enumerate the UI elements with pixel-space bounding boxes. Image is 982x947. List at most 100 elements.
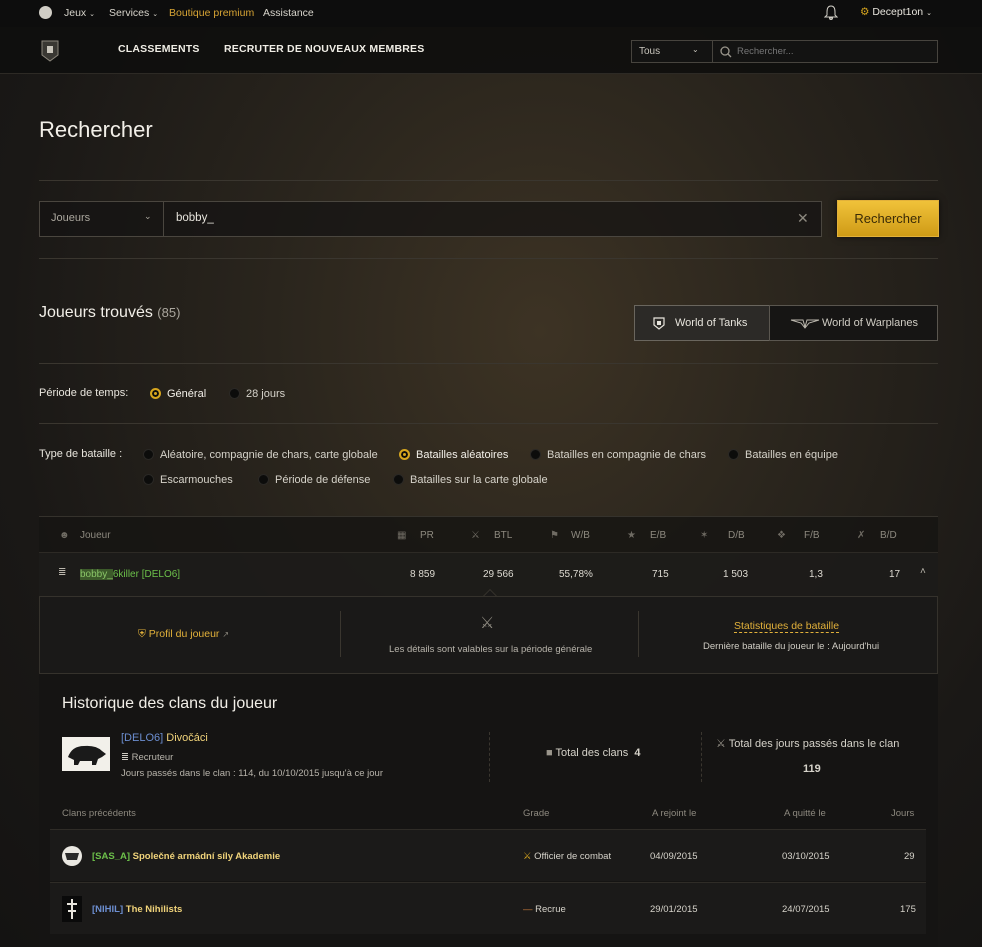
bell-icon[interactable] (824, 5, 838, 21)
cell-wb: 55,78% (559, 569, 593, 580)
radio-dot (143, 474, 154, 485)
clan-name[interactable]: [NIHIL] The Nihilists (92, 904, 182, 915)
divider (39, 258, 938, 259)
col-days[interactable]: Jours (891, 808, 914, 819)
col-pr[interactable]: PR (420, 530, 434, 541)
recruit-link[interactable]: RECRUTER DE NOUVEAUX MEMBRES (224, 43, 424, 55)
radio-battle-skirmish[interactable]: Escarmouches (143, 474, 233, 486)
chevron-down-icon: ⌄ (152, 11, 159, 18)
col-btl[interactable]: BTL (494, 530, 512, 541)
clan-name[interactable]: [SAS_A] Společné armádní síly Akademie (92, 851, 280, 862)
radio-period-general[interactable]: Général (150, 388, 206, 400)
radio-battle-globalmap[interactable]: Batailles sur la carte globale (393, 474, 548, 486)
player-icon: ☻ (59, 530, 70, 541)
radio-battle-team[interactable]: Batailles en équipe (728, 449, 838, 461)
col-fb[interactable]: F/B (804, 530, 820, 541)
divider (701, 732, 702, 782)
search-type-select[interactable]: Joueurs ⌄ (39, 201, 164, 237)
battle-type-label: Type de bataille : (39, 448, 123, 460)
joined-date: 29/01/2015 (650, 904, 698, 915)
divider (39, 363, 938, 364)
divider (340, 611, 341, 657)
crossed-swords-icon: ⚔ (471, 530, 480, 541)
total-days-value: 119 (803, 763, 821, 775)
divider (39, 180, 938, 181)
radio-battle-defense[interactable]: Période de défense (258, 474, 370, 486)
days-count: 29 (904, 851, 915, 862)
chevron-down-icon: ⌄ (144, 211, 152, 221)
clear-icon[interactable]: ✕ (797, 210, 809, 227)
chevron-down-icon: ⌄ (692, 45, 699, 54)
clan-name-label: The Nihilists (125, 904, 183, 915)
chevron-down-icon: ⌄ (89, 11, 95, 18)
radio-battle-company-label: Batailles en compagnie de chars (547, 449, 706, 461)
wot-logo-icon[interactable] (39, 39, 61, 63)
clan-name-label: Společné armádní síly Akademie (132, 851, 281, 862)
search-field[interactable]: bobby_ ✕ (163, 201, 822, 237)
col-left[interactable]: A quitté le (784, 808, 826, 819)
clan-history-row[interactable]: [SAS_A] Společné armádní síly Akademie ⚔… (50, 829, 926, 881)
radio-battle-all-label: Aléatoire, compagnie de chars, carte glo… (160, 449, 378, 461)
frag-icon: ❖ (777, 530, 786, 541)
collapse-icon[interactable]: ˄ (920, 566, 926, 577)
grade-label: Officier de combat (534, 851, 612, 862)
player-detail-panel: ⛨ Profil du joueur ↗ ⚔ Les détails sont … (39, 596, 938, 674)
col-eb[interactable]: E/B (650, 530, 666, 541)
total-clans-value: 4 (634, 747, 641, 759)
crossed-swords-icon: ⚔ (480, 615, 495, 632)
header-search: Tous ⌄ (631, 40, 938, 63)
clan-history-row[interactable]: [NIHIL] The Nihilists — Recrue 29/01/201… (50, 882, 926, 934)
clan-tag: [SAS_A] (92, 851, 131, 862)
tab-world-of-warplanes[interactable]: World of Warplanes (769, 305, 938, 341)
player-profile-label: Profil du joueur (148, 628, 220, 640)
clan-history-title: Historique des clans du joueur (62, 695, 278, 712)
wargaming-logo-icon[interactable] (39, 6, 52, 19)
current-clan[interactable]: [DELO6] Divočáci (121, 732, 208, 744)
grade: ⚔ Officier de combat (523, 851, 611, 862)
radio-battle-random[interactable]: Batailles aléatoires (399, 449, 508, 461)
user-menu[interactable]: ⚙ Decept1on ⌄ (860, 6, 932, 18)
current-role: ≣ Recruteur (121, 752, 173, 763)
search-button[interactable]: Rechercher (837, 200, 939, 237)
radio-battle-company[interactable]: Batailles en compagnie de chars (530, 449, 706, 461)
player-name[interactable]: bobby_6killer [DELO6] (80, 569, 180, 580)
player-profile-link[interactable]: ⛨ Profil du joueur ↗ (138, 628, 229, 641)
col-joined[interactable]: A rejoint le (652, 808, 696, 819)
col-grade[interactable]: Grade (523, 808, 549, 819)
player-name-match: bobby_ (80, 569, 113, 580)
clan-shield-icon: ■ (546, 747, 553, 759)
services-menu[interactable]: Services ⌄ (109, 7, 158, 19)
tab-world-of-tanks[interactable]: World of Tanks (634, 305, 770, 341)
col-db[interactable]: D/B (728, 530, 745, 541)
col-wb[interactable]: W/B (571, 530, 590, 541)
battle-stats-link[interactable]: Statistiques de bataille (734, 620, 840, 633)
services-menu-label: Services (109, 7, 150, 19)
col-previous-clans[interactable]: Clans précédents (62, 808, 136, 819)
left-date: 24/07/2015 (782, 904, 830, 915)
last-battle-text: Dernière bataille du joueur le : Aujourd… (703, 641, 880, 652)
username: Decept1on (872, 6, 924, 18)
clan-emblem-sas (62, 846, 82, 866)
col-player[interactable]: Joueur (80, 530, 111, 541)
radio-period-28[interactable]: 28 jours (229, 388, 285, 400)
grade-label: Recrue (535, 904, 566, 915)
period-label: Période de temps: (39, 387, 129, 399)
radio-battle-team-label: Batailles en équipe (745, 449, 838, 461)
header-search-input[interactable] (737, 43, 932, 60)
support-link[interactable]: Assistance (263, 7, 314, 19)
col-bd[interactable]: B/D (880, 530, 897, 541)
left-date: 03/10/2015 (782, 851, 830, 862)
search-input[interactable]: bobby_ (176, 212, 214, 224)
scope-select[interactable]: Tous (639, 46, 660, 57)
cell-btl: 29 566 (483, 569, 514, 580)
games-menu[interactable]: Jeux ⌄ (64, 7, 95, 19)
radio-battle-all[interactable]: Aléatoire, compagnie de chars, carte glo… (143, 449, 378, 461)
rankings-link[interactable]: CLASSEMENTS (118, 43, 200, 55)
officer-icon: ⚔ (523, 851, 532, 862)
radio-dot (229, 388, 240, 399)
cell-db: 1 503 (723, 569, 749, 580)
current-clan-days: Jours passés dans le clan : 114, du 10/1… (121, 768, 384, 779)
premium-shop-link[interactable]: Boutique premium (169, 7, 254, 19)
wot-shield-icon (653, 317, 665, 330)
clan-emblem-boar[interactable] (62, 737, 110, 771)
